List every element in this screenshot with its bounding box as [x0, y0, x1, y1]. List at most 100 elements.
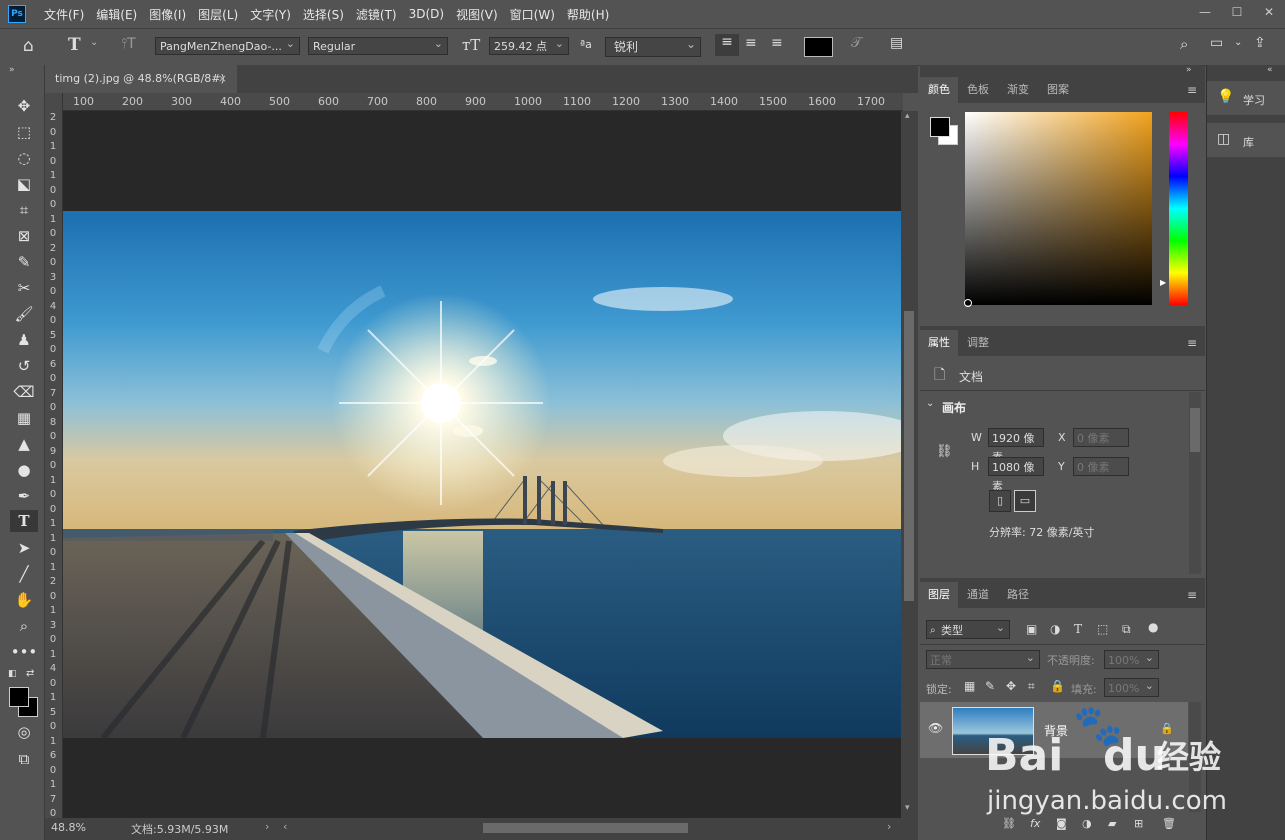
chevron-right-icon[interactable]: ›: [265, 820, 269, 833]
learn-panel-button[interactable]: 💡 学习: [1207, 81, 1285, 115]
zoom-level[interactable]: 48.8%: [51, 821, 86, 834]
menu-help[interactable]: 帮助(H): [561, 6, 615, 23]
libraries-panel-button[interactable]: ◫ 库: [1207, 123, 1285, 157]
canvas-height-input[interactable]: 1080 像素: [988, 457, 1044, 493]
anti-alias-select[interactable]: 锐利: [605, 37, 701, 57]
default-colors-icon[interactable]: ◧: [8, 669, 17, 679]
pixel-layer-filter-icon[interactable]: ▣: [1026, 622, 1037, 636]
workspace-icon[interactable]: ▭: [1210, 35, 1223, 51]
move-tool-icon[interactable]: ✥: [10, 95, 38, 117]
edit-toolbar-icon[interactable]: •••: [10, 641, 38, 663]
hue-slider[interactable]: [1169, 112, 1188, 305]
fill-input[interactable]: 100%: [1104, 676, 1159, 697]
shape-layer-filter-icon[interactable]: ⬚: [1097, 622, 1108, 636]
menu-filter[interactable]: 滤镜(T): [350, 6, 403, 23]
document-info[interactable]: 文档:5.93M/5.93M: [131, 821, 228, 837]
lock-pixels-icon[interactable]: ✎: [985, 679, 995, 693]
lock-artboard-icon[interactable]: ⌗: [1028, 679, 1035, 694]
eye-icon[interactable]: 👁: [928, 721, 943, 735]
object-selection-tool-icon[interactable]: ⬕: [10, 173, 38, 195]
tab-gradients[interactable]: 渐变: [998, 77, 1038, 103]
brush-tool-icon[interactable]: 🖌: [10, 303, 38, 325]
clone-stamp-tool-icon[interactable]: ♟: [10, 329, 38, 351]
align-left-icon[interactable]: ≡: [715, 34, 739, 56]
history-brush-tool-icon[interactable]: ↺: [10, 355, 38, 377]
minimize-icon[interactable]: —: [1189, 0, 1221, 24]
scroll-up-icon[interactable]: ▴: [905, 111, 910, 121]
gradient-tool-icon[interactable]: ▦: [10, 407, 38, 429]
vertical-scrollbar[interactable]: ▴ ▾: [901, 111, 918, 818]
type-layer-filter-icon[interactable]: T: [1074, 622, 1082, 636]
scroll-right-icon[interactable]: ›: [887, 820, 891, 833]
share-icon[interactable]: ⇪: [1254, 35, 1266, 51]
crop-tool-icon[interactable]: ⌗: [10, 199, 38, 221]
chevron-down-icon[interactable]: ⌄: [1234, 37, 1242, 48]
menu-view[interactable]: 视图(V): [450, 6, 504, 23]
landscape-orientation-icon[interactable]: ▭: [1014, 490, 1036, 512]
font-style-select[interactable]: Regular: [308, 37, 448, 55]
hand-tool-icon[interactable]: ✋: [10, 589, 38, 611]
tab-channels[interactable]: 通道: [958, 582, 998, 608]
collapse-dock-icon[interactable]: »: [1186, 65, 1192, 75]
pen-tool-icon[interactable]: ✒: [10, 485, 38, 507]
type-tool-preset-icon[interactable]: T: [68, 35, 81, 55]
tab-swatches[interactable]: 色板: [958, 77, 998, 103]
panel-menu-icon[interactable]: ≡: [1187, 83, 1197, 97]
link-icon[interactable]: ⛓: [936, 444, 953, 459]
filter-toggle-icon[interactable]: ●: [1148, 620, 1158, 634]
tab-properties[interactable]: 属性: [920, 330, 958, 356]
close-icon[interactable]: ✕: [1253, 0, 1285, 24]
layer-filter-select[interactable]: ⌕ 类型: [926, 618, 1010, 639]
swap-colors-icon[interactable]: ⇄: [26, 668, 34, 679]
opacity-input[interactable]: 100%: [1104, 648, 1159, 669]
tab-adjustments[interactable]: 调整: [958, 330, 998, 356]
adjustment-layer-filter-icon[interactable]: ◑: [1050, 622, 1060, 636]
character-panel-icon[interactable]: ▤: [890, 35, 903, 51]
canvas-y-input[interactable]: 0 像素: [1073, 457, 1129, 476]
collapse-toolbar-icon[interactable]: »: [9, 65, 15, 75]
lock-position-icon[interactable]: ✥: [1006, 679, 1016, 693]
scroll-down-icon[interactable]: ▾: [905, 803, 910, 813]
menu-select[interactable]: 选择(S): [297, 6, 350, 23]
text-color-swatch[interactable]: [804, 37, 833, 57]
menu-edit[interactable]: 编辑(E): [90, 6, 143, 23]
screen-mode-icon[interactable]: ⧉: [10, 748, 38, 770]
search-icon[interactable]: ⌕: [1180, 35, 1188, 53]
menu-file[interactable]: 文件(F): [38, 6, 90, 23]
font-size-input[interactable]: 259.42 点: [489, 37, 569, 55]
eraser-tool-icon[interactable]: ⌫: [10, 381, 38, 403]
path-selection-tool-icon[interactable]: ➤: [10, 537, 38, 559]
toggle-text-orientation-icon[interactable]: ⫯T: [121, 36, 136, 52]
lasso-tool-icon[interactable]: ◌: [10, 147, 38, 169]
canvas-x-input[interactable]: 0 像素: [1073, 428, 1129, 447]
font-family-select[interactable]: PangMenZhengDao-...: [155, 37, 300, 55]
smart-object-filter-icon[interactable]: ⧉: [1122, 622, 1131, 637]
document-image[interactable]: [63, 211, 901, 738]
scroll-thumb[interactable]: [904, 311, 914, 601]
color-field[interactable]: [965, 112, 1152, 305]
canvas-section-title[interactable]: 画布: [942, 399, 966, 416]
blur-tool-icon[interactable]: ▲: [10, 433, 38, 455]
align-center-icon[interactable]: ≡: [745, 35, 757, 51]
tab-paths[interactable]: 路径: [998, 582, 1038, 608]
close-tab-icon[interactable]: ×: [218, 65, 227, 93]
scroll-left-icon[interactable]: ‹: [283, 820, 287, 833]
menu-image[interactable]: 图像(I): [143, 6, 192, 23]
ruler-origin[interactable]: [45, 93, 62, 110]
blend-mode-select[interactable]: 正常: [926, 648, 1040, 669]
color-fg-swatch[interactable]: [930, 117, 950, 137]
color-picker-handle[interactable]: [964, 299, 972, 307]
foreground-color-swatch[interactable]: [9, 687, 29, 707]
panel-menu-icon[interactable]: ≡: [1187, 588, 1197, 602]
menu-3d[interactable]: 3D(D): [403, 7, 450, 21]
warp-text-icon[interactable]: 𝒯: [851, 35, 862, 51]
expand-dock-icon[interactable]: «: [1267, 65, 1273, 75]
type-tool-icon[interactable]: T: [10, 510, 38, 532]
align-right-icon[interactable]: ≡: [771, 35, 783, 51]
chevron-down-icon[interactable]: ⌄: [926, 398, 934, 409]
menu-layer[interactable]: 图层(L): [192, 6, 244, 23]
menu-window[interactable]: 窗口(W): [504, 6, 561, 23]
horizontal-scroll-thumb[interactable]: [483, 823, 688, 833]
tab-color[interactable]: 颜色: [920, 77, 958, 103]
lock-transparency-icon[interactable]: ▦: [964, 679, 975, 693]
